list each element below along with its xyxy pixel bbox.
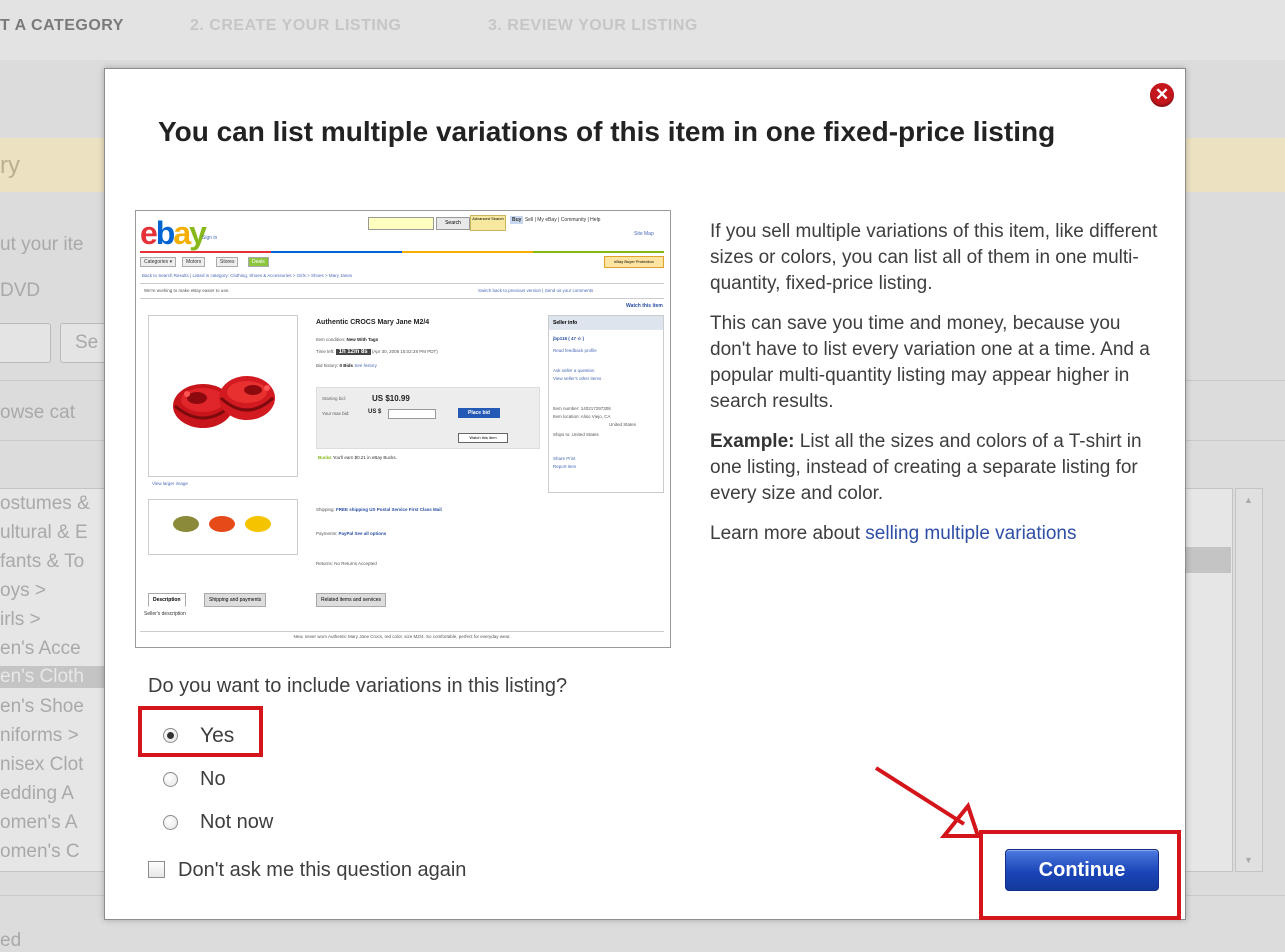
list-item: omen's A xyxy=(0,812,78,833)
olive-crocs-thumb xyxy=(173,516,199,532)
radio-button[interactable] xyxy=(163,815,178,830)
top-nav: Buy Sell | My eBay | Community | Help xyxy=(510,216,601,224)
step-select-category: T A CATEGORY xyxy=(0,17,124,34)
currency-label: US $ xyxy=(368,409,382,415)
list-item: fants & To xyxy=(0,551,85,572)
example-paragraph: Example: List all the sizes and colors o… xyxy=(710,431,1142,504)
ebay-bucks-note: Bucks You'll earn $0.21 in eBay Bucks. xyxy=(318,455,397,460)
continue-button[interactable]: Continue xyxy=(1005,849,1159,891)
yellow-crocs-thumb xyxy=(245,516,271,532)
learn-more-link[interactable]: selling multiple variations xyxy=(865,523,1076,544)
scroll-down-icon: ▼ xyxy=(1244,855,1253,865)
learn-more-line: Learn more about selling multiple variat… xyxy=(710,523,1077,544)
list-item: omen's C xyxy=(0,841,80,862)
dont-ask-label: Don't ask me this question again xyxy=(178,859,467,881)
seller-info-panel: Seller info jbp118 ( 47 ☆ ) Read feedbac… xyxy=(548,315,664,493)
red-arrow-icon xyxy=(874,766,981,838)
bid-history: Bid history: 0 Bids See history xyxy=(316,363,377,368)
breadcrumb: Back to Search Results | Listed in categ… xyxy=(142,273,353,278)
list-item: niforms > xyxy=(0,725,79,746)
item-title: Authentic CROCS Mary Jane M2/4 xyxy=(316,319,430,326)
background-footer-text: ed xyxy=(0,930,22,951)
returns-row: Returns: No Returns Accepted xyxy=(316,561,377,566)
background-search-input xyxy=(0,323,51,363)
payments-row: Payments: PayPal See all options xyxy=(316,531,387,536)
time-left: Time left: 1h 12m 8s (Apr 30, 2008 15:02… xyxy=(316,349,438,355)
site-map-link: Site Map xyxy=(634,231,654,237)
radio-label: Yes xyxy=(200,724,235,747)
buyer-protection-badge: eBay Buyer Protection xyxy=(604,256,664,268)
scroll-up-icon: ▲ xyxy=(1244,495,1253,505)
list-item: en's Shoe xyxy=(0,696,84,717)
explanation-paragraph: If you sell multiple variations of this … xyxy=(710,221,1158,294)
background-label: owse cat xyxy=(0,402,75,423)
list-item: nisex Clot xyxy=(0,754,84,775)
close-circle-icon[interactable]: ✕ xyxy=(1150,83,1174,107)
dialog-title: You can list multiple variations of this… xyxy=(158,116,1056,147)
seller-description-heading: Seller's description xyxy=(144,611,186,617)
max-bid-input xyxy=(388,409,436,419)
background-subcategory-list xyxy=(1183,488,1233,872)
radio-button-checked[interactable] xyxy=(163,728,178,743)
list-item: irls > xyxy=(0,609,41,630)
background-label: DVD xyxy=(0,280,41,301)
advanced-search: Advanced Search xyxy=(470,215,506,231)
radio-label: No xyxy=(200,768,226,790)
item-condition: Item condition: New With Tags xyxy=(316,337,379,342)
list-item: edding A xyxy=(0,783,74,804)
background-scrollbar: ▲ ▼ xyxy=(1235,488,1263,872)
starting-bid: US $10.99 xyxy=(372,394,410,403)
variations-question: Do you want to include variations in thi… xyxy=(148,675,568,697)
step-create-listing: 2. CREATE YOUR LISTING xyxy=(190,17,402,34)
background-selected-row xyxy=(1183,547,1231,573)
dont-ask-checkbox[interactable] xyxy=(148,861,165,878)
feedback-notice: We're working to make eBay easier to use… xyxy=(140,283,664,299)
radio-label: Not now xyxy=(200,811,274,833)
place-bid-button: Place bid xyxy=(458,408,500,418)
color-bar xyxy=(140,251,664,253)
red-crocs-image xyxy=(173,376,275,428)
ebay-logo: ebay xyxy=(140,215,207,251)
explanation-paragraph: This can save you time and money, becaus… xyxy=(710,313,1150,412)
list-item: en's Acce xyxy=(0,638,81,659)
variations-explanation: If you sell multiple variations of this … xyxy=(710,219,1165,561)
max-bid-label: Your max bid: xyxy=(322,411,350,416)
search-button: Search xyxy=(436,217,470,230)
watch-item-button: Watch this item xyxy=(458,433,508,443)
sign-in-link: Sign in xyxy=(202,235,218,241)
example-listing-screenshot: ebay Sign in Search Advanced Search Buy … xyxy=(135,210,671,648)
starting-bid-label: Starting bid: xyxy=(322,396,347,401)
view-larger-link: View larger image xyxy=(152,481,188,486)
list-item: ultural & E xyxy=(0,522,88,543)
item-photo xyxy=(148,315,298,477)
watch-item-link: Watch this item xyxy=(626,303,663,309)
variations-dialog: ✕ You can list multiple variations of th… xyxy=(104,68,1186,920)
thumbnail-strip xyxy=(148,499,298,555)
background-label: ut your ite xyxy=(0,234,84,255)
list-item: ostumes & xyxy=(0,493,90,514)
seller-description-text: New, never worn Authentic Mary Jane Croc… xyxy=(140,631,664,639)
search-input xyxy=(368,217,434,230)
step-review-listing: 3. REVIEW YOUR LISTING xyxy=(488,17,698,34)
background-section-title: ry xyxy=(0,152,20,179)
list-item: oys > xyxy=(0,580,46,601)
shipping-row: Shipping: FREE shipping US Postal Servic… xyxy=(316,507,442,512)
orange-crocs-thumb xyxy=(209,516,235,532)
progress-steps: T A CATEGORY 2. CREATE YOUR LISTING 3. R… xyxy=(0,0,1285,60)
radio-button[interactable] xyxy=(163,772,178,787)
